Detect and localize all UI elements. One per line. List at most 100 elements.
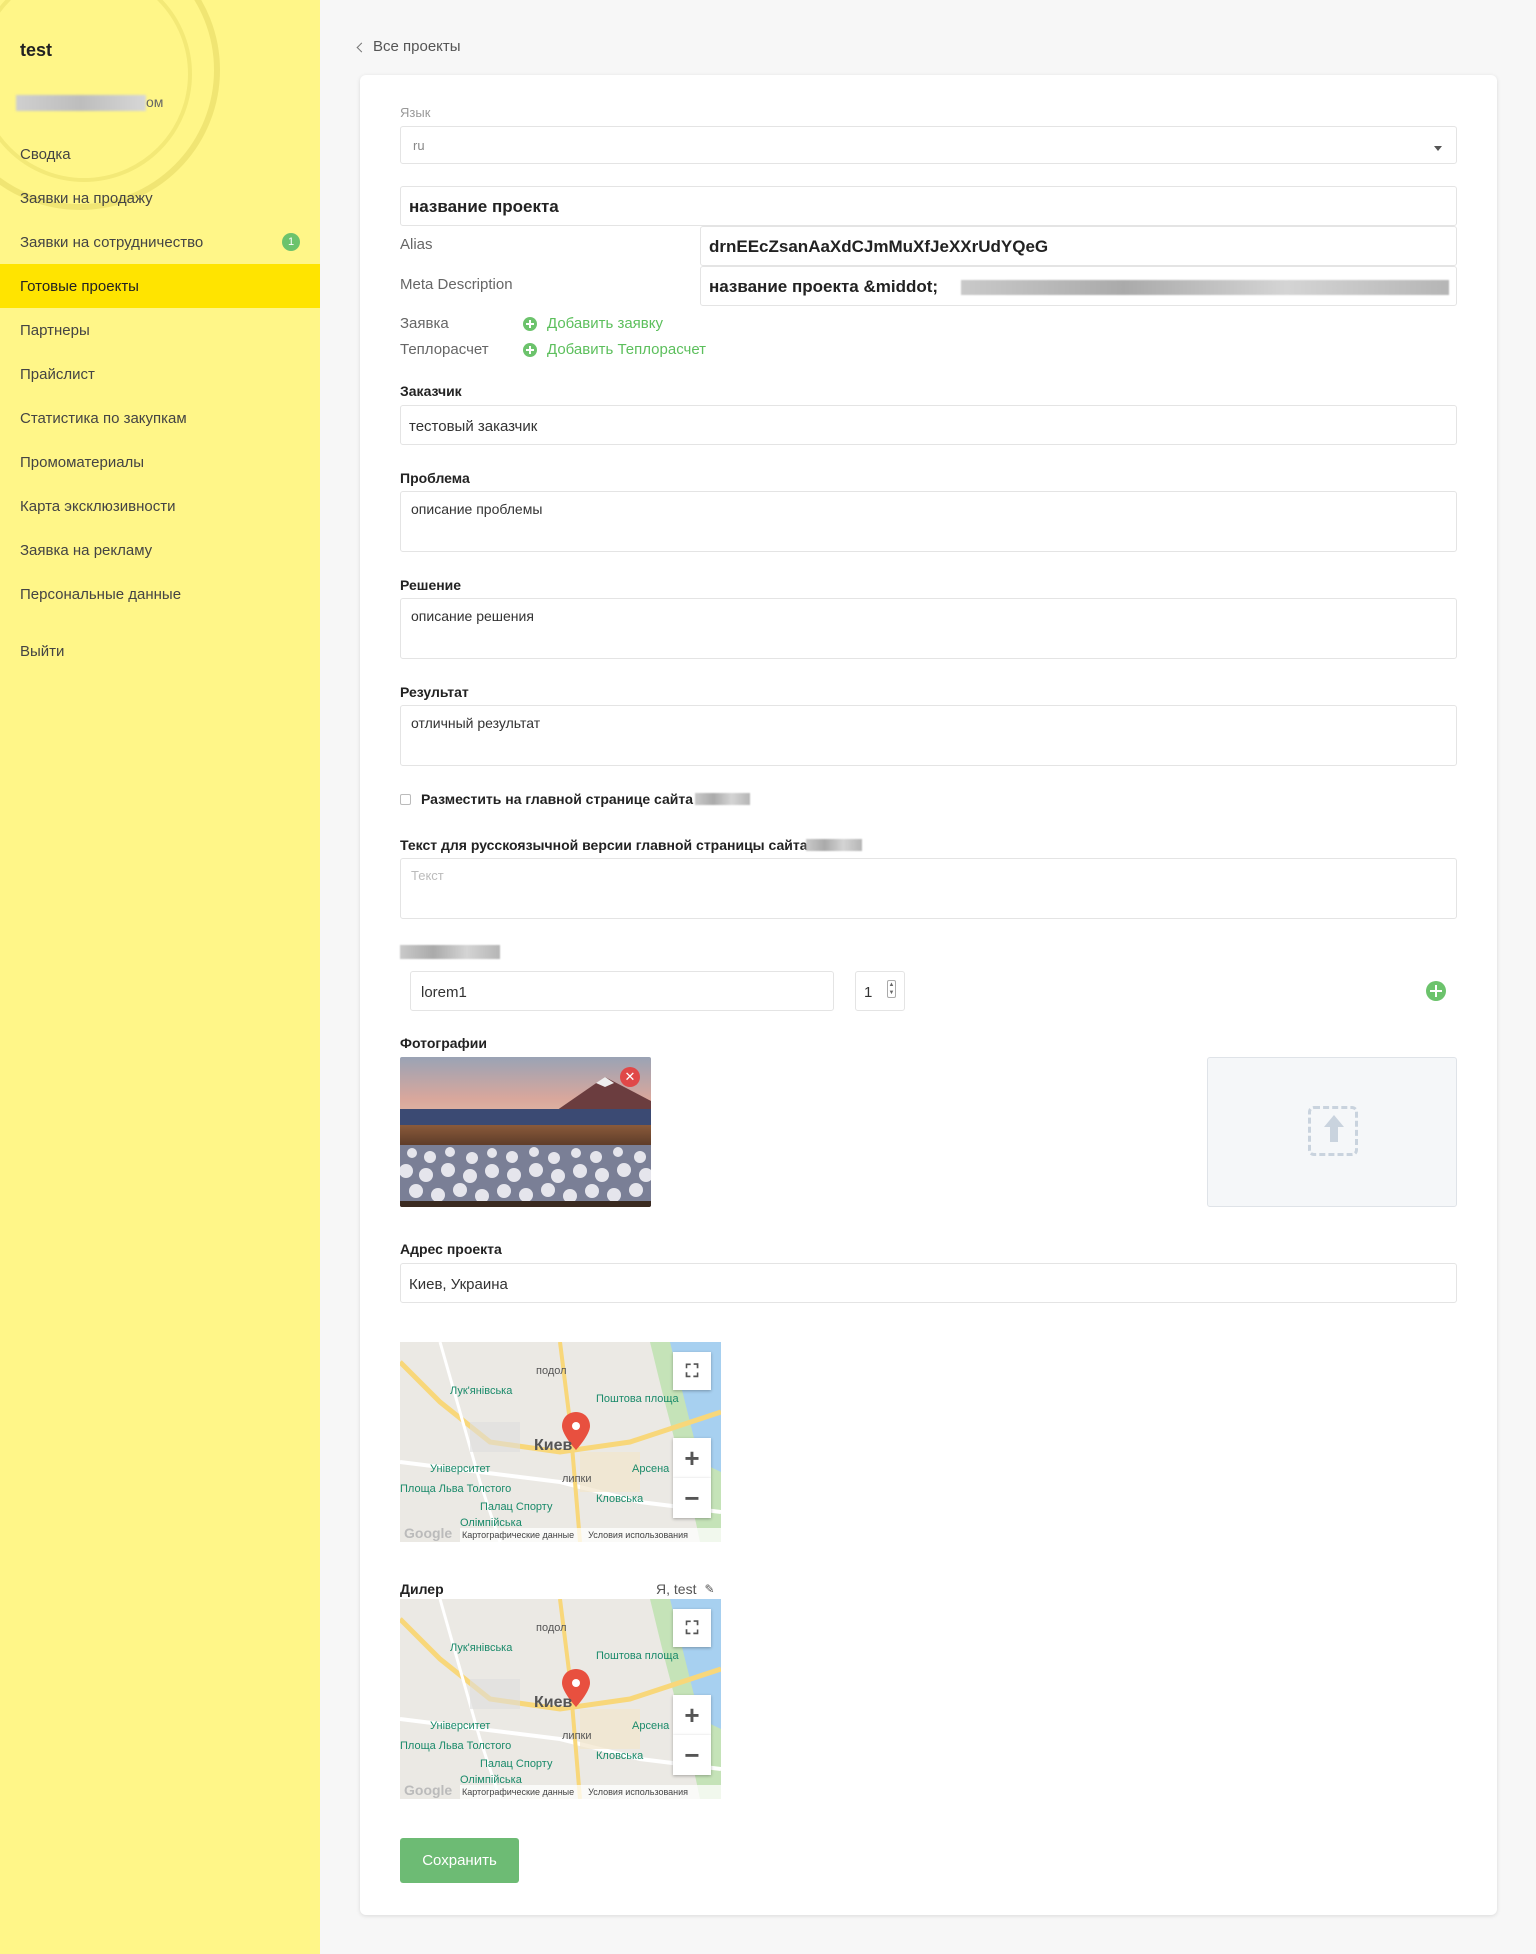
sidebar-item-personal-data[interactable]: Персональные данные <box>0 572 320 616</box>
dealer-map[interactable]: подол Лук'янівська Поштова площа Киев Ун… <box>400 1599 721 1799</box>
item-name-value: lorem1 <box>421 984 467 1001</box>
redacted-text <box>961 280 1449 295</box>
save-button[interactable]: Сохранить <box>400 1838 519 1883</box>
sidebar-item-promo[interactable]: Промоматериалы <box>0 440 320 484</box>
chevron-left-icon <box>356 42 367 52</box>
map-label: Поштова площа <box>596 1650 679 1662</box>
main-text-textarea[interactable]: Текст <box>400 858 1457 919</box>
map-terms-link[interactable]: Условия использования <box>588 1530 688 1540</box>
map-label: Палац Спорту <box>480 1501 553 1513</box>
project-photo: ✕ <box>400 1057 651 1207</box>
photos-label: Фотографии <box>400 1035 488 1051</box>
main-page-checkbox[interactable] <box>400 794 411 805</box>
sidebar-item-label: Партнеры <box>20 321 90 339</box>
map-label: подол <box>536 1622 567 1634</box>
sidebar-item-pricelist[interactable]: Прайслист <box>0 352 320 396</box>
map-label: Площа Льва Толстого <box>400 1740 511 1752</box>
quantity-stepper[interactable]: 1 ▲ ▼ <box>855 971 905 1011</box>
sidebar-item-sales-requests[interactable]: Заявки на продажу <box>0 176 320 220</box>
add-heat-calc-button[interactable]: Добавить Теплорасчет <box>523 341 706 358</box>
sidebar-item-purchase-stats[interactable]: Статистика по закупкам <box>0 396 320 440</box>
map-terms-link[interactable]: Условия использования <box>588 1787 688 1797</box>
redacted-heading <box>400 945 500 959</box>
project-map[interactable]: подол Лук'янівська Поштова площа Киев Ун… <box>400 1342 721 1542</box>
problem-label: Проблема <box>400 470 470 486</box>
language-label: Язык <box>400 105 431 120</box>
add-heat-calc-label: Добавить Теплорасчет <box>547 341 707 358</box>
map-label: липки <box>562 1730 591 1742</box>
add-request-label: Добавить заявку <box>547 315 664 332</box>
map-label: Університет <box>430 1463 490 1475</box>
user-name: test <box>20 40 53 60</box>
main-page-checkbox-label: Разместить на главной странице сайта <box>421 791 694 807</box>
plus-icon <box>523 316 537 331</box>
map-label: подол <box>536 1365 567 1377</box>
redacted-text <box>695 793 750 805</box>
photo-upload-dropzone[interactable] <box>1207 1057 1457 1207</box>
map-city-label: Киев <box>534 1694 573 1711</box>
dealer-label: Дилер <box>400 1581 444 1597</box>
sidebar-item-label: Промоматериалы <box>20 453 145 471</box>
sidebar-item-partnership-requests[interactable]: Заявки на сотрудничество 1 <box>0 220 320 264</box>
language-select[interactable]: ru <box>400 126 1457 164</box>
project-name-input[interactable]: название проекта <box>400 186 1457 226</box>
zoom-out-button[interactable]: − <box>673 1478 711 1518</box>
solution-label: Решение <box>400 577 462 593</box>
sidebar-item-exclusivity-map[interactable]: Карта эксклюзивности <box>0 484 320 528</box>
address-label: Адрес проекта <box>400 1241 502 1257</box>
pencil-icon[interactable]: ✎ <box>704 1582 714 1596</box>
zoom-out-button[interactable]: − <box>673 1735 711 1775</box>
result-label: Результат <box>400 684 469 700</box>
fullscreen-icon[interactable]: ⛶ <box>673 1609 711 1647</box>
sidebar-item-partners[interactable]: Партнеры <box>0 308 320 352</box>
result-textarea[interactable]: отличный результат <box>400 705 1457 766</box>
caret-down-icon <box>1434 146 1442 151</box>
map-label: Поштова площа <box>596 1393 679 1405</box>
item-name-input[interactable]: lorem1 <box>410 971 834 1011</box>
sidebar-item-label: Заявки на продажу <box>20 189 153 207</box>
problem-textarea[interactable]: описание проблемы <box>400 491 1457 552</box>
user-email-suffix: ом <box>146 94 164 110</box>
logout-link[interactable]: Выйти <box>20 643 64 660</box>
sidebar-item-label: Карта эксклюзивности <box>20 497 176 515</box>
sidebar-item-projects[interactable]: Готовые проекты <box>0 264 320 308</box>
solution-value: описание решения <box>411 608 534 624</box>
language-value: ru <box>413 138 425 153</box>
sidebar-item-label: Статистика по закупкам <box>20 409 187 427</box>
problem-value: описание проблемы <box>411 501 543 517</box>
sidebar: test ом Сводка Заявки на продажу Заявки … <box>0 0 320 1954</box>
result-value: отличный результат <box>411 715 541 731</box>
dealer-value: Я, test <box>656 1581 697 1597</box>
meta-description-label: Meta Description <box>400 276 513 293</box>
alias-input[interactable]: drnEEcZsanAaXdCJmMuXfJeXXrUdYQeG <box>700 226 1457 266</box>
meta-description-input[interactable]: название проекта &middot; <box>700 266 1457 306</box>
redacted-email <box>16 95 146 111</box>
sidebar-item-label: Персональные данные <box>20 585 182 603</box>
address-input[interactable]: Киев, Украина <box>400 1263 1457 1303</box>
zoom-in-button[interactable]: + <box>673 1438 711 1478</box>
photo-image <box>400 1057 651 1207</box>
user-email: ом <box>16 92 166 114</box>
sidebar-item-summary[interactable]: Сводка <box>0 132 320 176</box>
add-request-button[interactable]: Добавить заявку <box>523 315 663 332</box>
map-data-credit[interactable]: Картографические данные <box>462 1787 574 1797</box>
remove-photo-icon[interactable]: ✕ <box>620 1067 640 1087</box>
address-value: Киев, Украина <box>409 1276 508 1293</box>
spinner-arrows-icon[interactable]: ▲ ▼ <box>887 980 896 998</box>
fullscreen-icon[interactable]: ⛶ <box>673 1352 711 1390</box>
main-text-label: Текст для русскоязычной версии главной с… <box>400 837 808 853</box>
count-badge: 1 <box>282 233 300 251</box>
add-item-button[interactable] <box>1426 981 1446 1001</box>
map-label: липки <box>562 1473 591 1485</box>
customer-input[interactable]: тестовый заказчик <box>400 405 1457 445</box>
map-label: Кловська <box>596 1750 644 1762</box>
map-data-credit[interactable]: Картографические данные <box>462 1530 574 1540</box>
project-form-card: Язык ru название проекта Alias drnEEcZsa… <box>360 75 1497 1915</box>
sidebar-item-ad-request[interactable]: Заявка на рекламу <box>0 528 320 572</box>
zoom-in-button[interactable]: + <box>673 1695 711 1735</box>
dealer-value-row[interactable]: Я, test ✎ <box>656 1581 715 1597</box>
google-logo: Google <box>404 1525 452 1541</box>
google-logo: Google <box>404 1782 452 1798</box>
solution-textarea[interactable]: описание решения <box>400 598 1457 659</box>
back-link[interactable]: Все проекты <box>356 38 461 55</box>
